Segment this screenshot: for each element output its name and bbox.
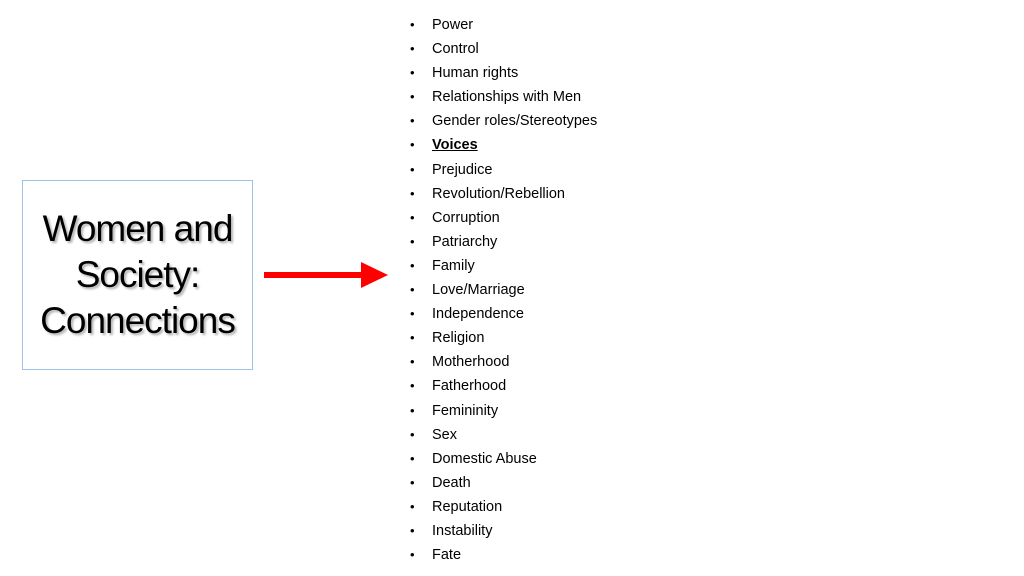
arrow-shaft xyxy=(264,272,362,278)
topic-item: • Religion xyxy=(410,326,597,350)
topic-label: Femininity xyxy=(432,402,499,419)
topic-item: • Death xyxy=(410,471,597,495)
topic-item: • Prejudice xyxy=(410,158,597,182)
bullet-icon: • xyxy=(410,41,415,57)
bullet-icon: • xyxy=(410,402,415,418)
bullet-icon: • xyxy=(410,89,415,105)
topic-label: Instability xyxy=(432,522,493,539)
arrow-head xyxy=(361,262,388,288)
bullet-icon: • xyxy=(410,450,415,466)
topic-item: • Domestic Abuse xyxy=(410,447,597,471)
topic-label: Fate xyxy=(432,547,462,564)
topic-label: Revolution/Rebellion xyxy=(432,185,565,202)
topic-item: • Instability xyxy=(410,519,597,543)
bullet-icon: • xyxy=(410,65,415,81)
topic-item: • Relationships with Men xyxy=(410,85,597,109)
topic-label: Domestic Abuse xyxy=(432,450,537,467)
topic-label: Independence xyxy=(432,306,524,323)
bullet-icon: • xyxy=(410,547,415,563)
topic-label: Religion xyxy=(432,330,485,347)
topic-item: • Independence xyxy=(410,302,597,326)
bullet-icon: • xyxy=(410,113,415,129)
bullet-icon: • xyxy=(410,306,415,322)
topic-item: • Corruption xyxy=(410,206,597,230)
topic-label: Human rights xyxy=(432,65,519,82)
topic-item: • Revolution/Rebellion xyxy=(410,182,597,206)
topic-label: Fatherhood xyxy=(432,378,507,395)
bullet-icon: • xyxy=(410,426,415,442)
title-box: Women and Society: Connections xyxy=(22,180,253,370)
topic-label: Corruption xyxy=(432,209,500,226)
bullet-icon: • xyxy=(410,522,415,538)
topic-item: • Gender roles/Stereotypes xyxy=(410,109,597,133)
bullet-icon: • xyxy=(410,282,415,298)
bullet-icon: • xyxy=(410,233,415,249)
topic-label: Reputation xyxy=(432,498,503,515)
topic-item: • Voices xyxy=(410,133,597,157)
topic-item: • Femininity xyxy=(410,399,597,423)
bullet-icon: • xyxy=(410,17,415,32)
topic-item: • Control xyxy=(410,37,597,61)
bullet-icon: • xyxy=(410,209,415,225)
bullet-icon: • xyxy=(410,474,415,490)
topic-item: • Love/Marriage xyxy=(410,278,597,302)
bullet-icon: • xyxy=(410,498,415,514)
topic-label: Death xyxy=(432,474,471,491)
bullet-icon: • xyxy=(410,354,415,370)
right-arrow-icon xyxy=(264,262,388,288)
bullet-icon: • xyxy=(410,185,415,201)
topic-label: Gender roles/Stereotypes xyxy=(432,113,598,130)
topic-label: Prejudice xyxy=(432,161,493,178)
topic-item: • Motherhood xyxy=(410,350,597,374)
bullet-icon: • xyxy=(410,330,415,346)
topic-label: Motherhood xyxy=(432,354,510,371)
bullet-icon: • xyxy=(410,137,415,153)
topic-item: • Fatherhood xyxy=(410,374,597,398)
bullet-icon: • xyxy=(410,257,415,273)
slide-title: Women and Society: Connections xyxy=(40,208,236,341)
topic-item: • Sex xyxy=(410,423,597,447)
topic-label: Family xyxy=(432,257,475,274)
topic-label: Control xyxy=(432,41,479,58)
topic-list: • Power • Control • Human rights • Relationship… xyxy=(410,13,597,567)
topic-item: • Fate xyxy=(410,543,597,567)
topic-label: Patriarchy xyxy=(432,233,498,250)
topic-item: • Reputation xyxy=(410,495,597,519)
topic-label: Voices xyxy=(432,137,478,154)
topic-item: • Power xyxy=(410,13,597,37)
bullet-icon: • xyxy=(410,161,415,177)
topic-label: Sex xyxy=(432,426,457,443)
topic-label: Power xyxy=(432,17,474,33)
topic-label: Love/Marriage xyxy=(432,282,525,299)
topic-item: • Patriarchy xyxy=(410,230,597,254)
topic-label: Relationships with Men xyxy=(432,89,582,106)
topic-item: • Human rights xyxy=(410,61,597,85)
topic-item: • Family xyxy=(410,254,597,278)
bullet-icon: • xyxy=(410,378,415,394)
